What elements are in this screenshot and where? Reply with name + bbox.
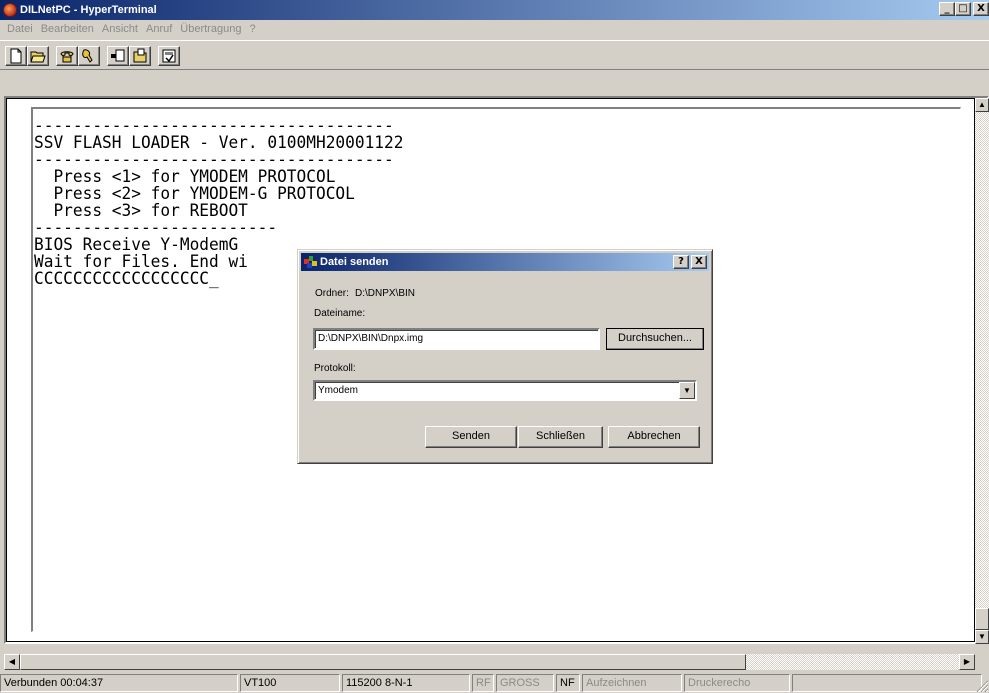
hyperterminal-window: DILNetPC - HyperTerminal _ □ X Datei Bea… (0, 0, 989, 693)
send-file-dialog: Datei senden ? X Ordner: D:\DNPX\BIN Dat… (297, 249, 713, 464)
status-connection-time: Verbunden 00:04:37 (0, 674, 238, 692)
menu-bearbeiten[interactable]: Bearbeiten (37, 23, 98, 35)
folder-label: Ordner: (315, 288, 349, 299)
status-port-settings: 115200 8-N-1 (342, 674, 470, 692)
receive-file-button[interactable] (129, 46, 151, 66)
send-button[interactable]: Senden (425, 426, 517, 448)
status-num-lock: NF (556, 674, 580, 692)
send-file-button[interactable] (107, 46, 129, 66)
receive-icon (133, 48, 147, 63)
resize-grip-icon[interactable] (975, 679, 989, 693)
menu-uebertragung[interactable]: Übertragung (176, 23, 245, 35)
filename-input[interactable]: D:\DNPX\BIN\Dnpx.img (313, 328, 600, 350)
toolbar (0, 40, 989, 70)
scroll-down-button[interactable]: ▼ (975, 630, 989, 644)
status-caps-lock: GROSS (496, 674, 554, 692)
status-empty-pane (792, 674, 982, 692)
title-bar[interactable]: DILNetPC - HyperTerminal _ □ X (0, 0, 989, 20)
open-button[interactable] (27, 46, 49, 66)
open-icon (30, 51, 46, 63)
status-bar: Verbunden 00:04:37 VT100 115200 8-N-1 RF… (0, 673, 989, 693)
dialog-title-bar[interactable]: Datei senden ? X (301, 253, 709, 271)
dialog-help-button[interactable]: ? (673, 255, 689, 269)
cancel-button[interactable]: Abbrechen (608, 426, 700, 448)
menu-help[interactable]: ? (245, 23, 259, 35)
close-button[interactable]: X (973, 2, 989, 16)
connect-icon (60, 51, 74, 63)
disconnect-icon (82, 49, 93, 63)
scroll-left-button[interactable]: ◀ (4, 654, 20, 670)
horizontal-scroll-thumb[interactable] (20, 654, 746, 670)
minimize-button[interactable]: _ (939, 2, 955, 16)
status-emulation: VT100 (240, 674, 340, 692)
dialog-close-button[interactable]: X (691, 255, 707, 269)
status-scroll-lock: RF (472, 674, 494, 692)
new-connection-button[interactable] (5, 46, 27, 66)
protocol-label: Protokoll: (314, 363, 356, 374)
menu-ansicht[interactable]: Ansicht (98, 23, 142, 35)
horizontal-scrollbar[interactable]: ◀ ▶ (4, 654, 975, 670)
status-print-echo: Druckerecho (684, 674, 790, 692)
folder-value: D:\DNPX\BIN (355, 288, 416, 299)
hyperterminal-app-icon[interactable] (3, 3, 17, 17)
new-icon (10, 48, 22, 64)
window-title: DILNetPC - HyperTerminal (20, 4, 157, 16)
maximize-button[interactable]: □ (955, 2, 971, 16)
scroll-right-button[interactable]: ▶ (959, 654, 975, 670)
vertical-scroll-thumb[interactable] (975, 608, 989, 630)
send-icon (111, 49, 125, 62)
close-dialog-button[interactable]: Schließen (518, 426, 603, 448)
filename-label: Dateiname: (314, 308, 366, 319)
disconnect-button[interactable] (78, 46, 100, 66)
menu-bar: Datei Bearbeiten Ansicht Anruf Übertragu… (0, 20, 989, 38)
vertical-scrollbar[interactable]: ▲ ▼ (975, 98, 989, 644)
status-capture: Aufzeichnen (582, 674, 682, 692)
protocol-selected-value: Ymodem (318, 385, 359, 396)
properties-button[interactable] (158, 46, 180, 66)
call-button[interactable] (56, 46, 78, 66)
chevron-down-icon[interactable]: ▼ (679, 382, 695, 399)
browse-button[interactable]: Durchsuchen... (606, 328, 704, 350)
send-file-dialog-icon (304, 256, 317, 268)
dialog-title: Datei senden (320, 256, 389, 268)
properties-icon (162, 49, 176, 63)
menu-anruf[interactable]: Anruf (142, 23, 176, 35)
protocol-select[interactable]: Ymodem ▼ (313, 380, 697, 401)
scroll-up-button[interactable]: ▲ (975, 98, 989, 112)
menu-datei[interactable]: Datei (3, 23, 37, 35)
